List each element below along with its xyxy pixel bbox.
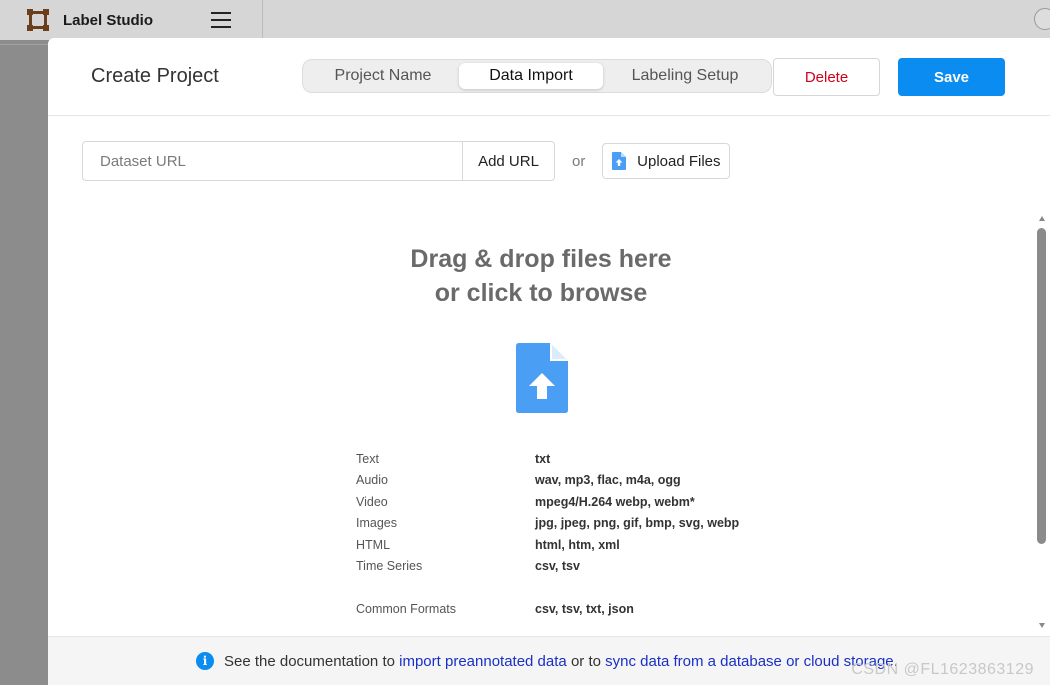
modal-header: Create Project Project Name Data Import … <box>48 38 1050 116</box>
file-upload-icon <box>516 343 568 413</box>
drop-title-line1: Drag & drop files here <box>410 245 672 273</box>
watermark: CSDN @FL1623863129 <box>851 661 1034 678</box>
format-row: Common Formats csv, tsv, txt, json <box>356 601 634 616</box>
vertical-scrollbar[interactable] <box>1034 214 1050 634</box>
url-import-row: Add URL or Upload Files <box>82 141 731 181</box>
tab-project-name[interactable]: Project Name <box>307 63 459 89</box>
format-row: Text txt <box>356 451 551 466</box>
supported-formats-list: Text txt Audio wav, mp3, flac, m4a, ogg Vi… <box>356 448 739 620</box>
import-preannotated-link[interactable]: import preannotated data <box>399 653 567 670</box>
scroll-down-icon[interactable] <box>1039 623 1045 628</box>
drop-zone[interactable]: Drag & drop files here or click to brows… <box>48 208 1050 636</box>
step-tabs: Project Name Data Import Labeling Setup <box>302 59 772 93</box>
modal-title: Create Project <box>91 65 219 87</box>
format-row: Images jpg, jpeg, png, gif, bmp, svg, web… <box>356 516 740 531</box>
menu-icon[interactable] <box>211 12 231 28</box>
format-row: HTML html, htm, xml <box>356 537 620 552</box>
info-icon: i <box>196 652 214 670</box>
header-divider <box>262 0 263 40</box>
app-header: Label Studio <box>0 0 1050 40</box>
upload-file-icon <box>612 152 627 170</box>
format-row: Time Series csv, tsv <box>356 559 580 574</box>
upload-files-button[interactable]: Upload Files <box>602 143 731 179</box>
label-studio-logo-icon <box>27 9 49 31</box>
drop-title-line2: or click to browse <box>434 279 648 307</box>
tab-data-import[interactable]: Data Import <box>459 63 603 89</box>
footer-text: See the documentation to <box>224 652 395 670</box>
tab-labeling-setup[interactable]: Labeling Setup <box>603 63 767 89</box>
save-button[interactable]: Save <box>898 58 1005 96</box>
add-url-button[interactable]: Add URL <box>462 141 555 181</box>
upload-files-label: Upload Files <box>637 152 721 170</box>
format-row: Audio wav, mp3, flac, m4a, ogg <box>356 473 681 488</box>
format-row: Video mpeg4/H.264 webp, webm* <box>356 494 695 509</box>
dataset-url-input[interactable] <box>82 141 462 181</box>
user-avatar[interactable] <box>1034 8 1050 30</box>
scrollbar-thumb[interactable] <box>1037 228 1046 544</box>
delete-button[interactable]: Delete <box>773 58 880 96</box>
documentation-footer: i See the documentation to import preann… <box>48 636 1050 685</box>
create-project-modal: Create Project Project Name Data Import … <box>48 38 1050 685</box>
app-title: Label Studio <box>63 11 153 29</box>
scroll-up-icon[interactable] <box>1039 216 1045 221</box>
footer-text: or to <box>570 652 601 670</box>
or-separator: or <box>572 152 586 170</box>
